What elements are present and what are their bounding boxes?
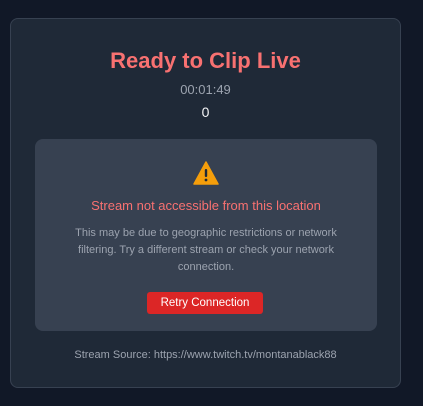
- error-panel: Stream not accessible from this location…: [35, 139, 377, 331]
- stream-source: Stream Source: https://www.twitch.tv/mon…: [74, 349, 337, 361]
- elapsed-timer: 00:01:49: [180, 82, 231, 97]
- error-detail: This may be due to geographic restrictio…: [75, 227, 337, 273]
- warning-icon: [193, 161, 219, 185]
- clip-count: 0: [201, 104, 210, 120]
- error-message: Stream not accessible from this location: [91, 198, 321, 213]
- page-title: Ready to Clip Live: [110, 48, 301, 73]
- clip-card: Ready to Clip Live 00:01:49 0 Stream not…: [10, 18, 401, 388]
- retry-connection-button[interactable]: Retry Connection: [147, 292, 263, 314]
